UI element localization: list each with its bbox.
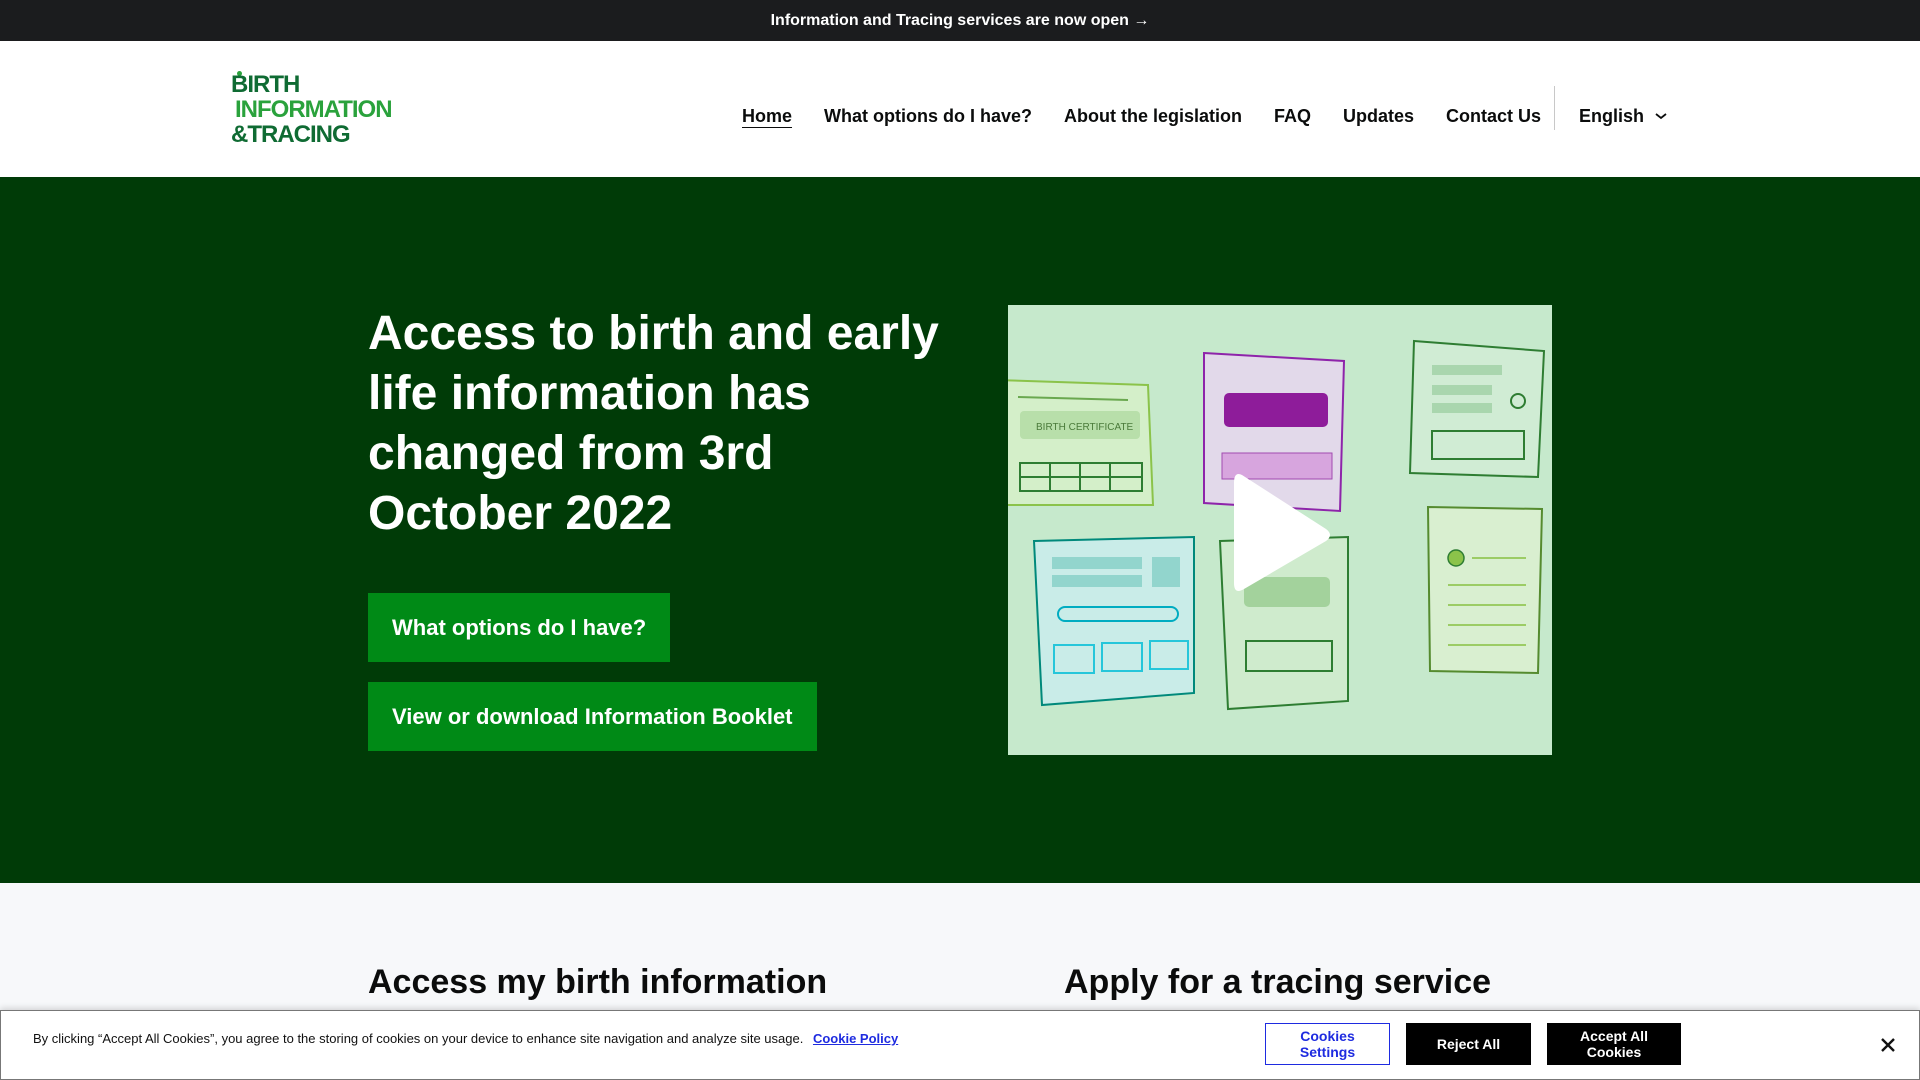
hero-title: Access to birth and early life informati…	[368, 307, 939, 540]
site-header: BIRTH INFORMATION &TRACING Home What opt…	[0, 41, 1920, 177]
cookie-banner: By clicking “Accept All Cookies”, you ag…	[0, 1010, 1920, 1080]
certificate-label: BIRTH CERTIFICATE	[1036, 422, 1134, 433]
cookie-text: By clicking “Accept All Cookies”, you ag…	[33, 1031, 804, 1046]
chevron-down-icon	[1655, 113, 1667, 120]
nav-item-legislation[interactable]: About the legislation	[1064, 106, 1242, 127]
booklet-button[interactable]: View or download Information Booklet	[368, 682, 817, 751]
main-nav: Home What options do I have? About the l…	[742, 96, 1573, 136]
logo-line-3: &TRACING	[231, 121, 351, 148]
announcement-link[interactable]: Information and Tracing services are now…	[771, 12, 1150, 30]
options-button[interactable]: What options do I have?	[368, 593, 671, 662]
video-player[interactable]: BIRTH CERTIFICATE	[1008, 305, 1552, 755]
nav-item-faq[interactable]: FAQ	[1274, 106, 1311, 127]
announcement-bar: Information and Tracing services are now…	[0, 0, 1920, 41]
cookie-text-wrap: By clicking “Accept All Cookies”, you ag…	[33, 1031, 898, 1046]
language-selector[interactable]: English	[1579, 96, 1668, 136]
access-birth-info-heading: Access my birth information	[368, 963, 828, 1001]
language-label: English	[1579, 105, 1645, 126]
hero-section: Access to birth and early life informati…	[0, 177, 1920, 883]
accept-all-cookies-button[interactable]: Accept All Cookies	[1547, 1023, 1681, 1065]
play-icon[interactable]	[1220, 463, 1340, 603]
site-logo[interactable]: BIRTH INFORMATION &TRACING	[229, 71, 419, 149]
logo-line-2: INFORMATION	[235, 96, 393, 123]
reject-all-button[interactable]: Reject All	[1406, 1023, 1531, 1065]
cookie-policy-link[interactable]: Cookie Policy	[813, 1031, 898, 1046]
tracing-service-heading: Apply for a tracing service	[1064, 963, 1492, 1001]
nav-item-contact[interactable]: Contact Us	[1446, 106, 1541, 127]
logo-line-1: BIRTH	[231, 71, 300, 98]
nav-item-updates[interactable]: Updates	[1343, 106, 1414, 127]
certificate-illustration: BIRTH CERTIFICATE	[1008, 379, 1155, 506]
close-icon[interactable]	[1876, 1033, 1900, 1057]
nav-item-home[interactable]: Home	[742, 106, 792, 127]
nav-item-options[interactable]: What options do I have?	[824, 106, 1032, 127]
nav-divider	[1554, 86, 1555, 130]
cookies-settings-button[interactable]: Cookies Settings	[1265, 1023, 1390, 1065]
